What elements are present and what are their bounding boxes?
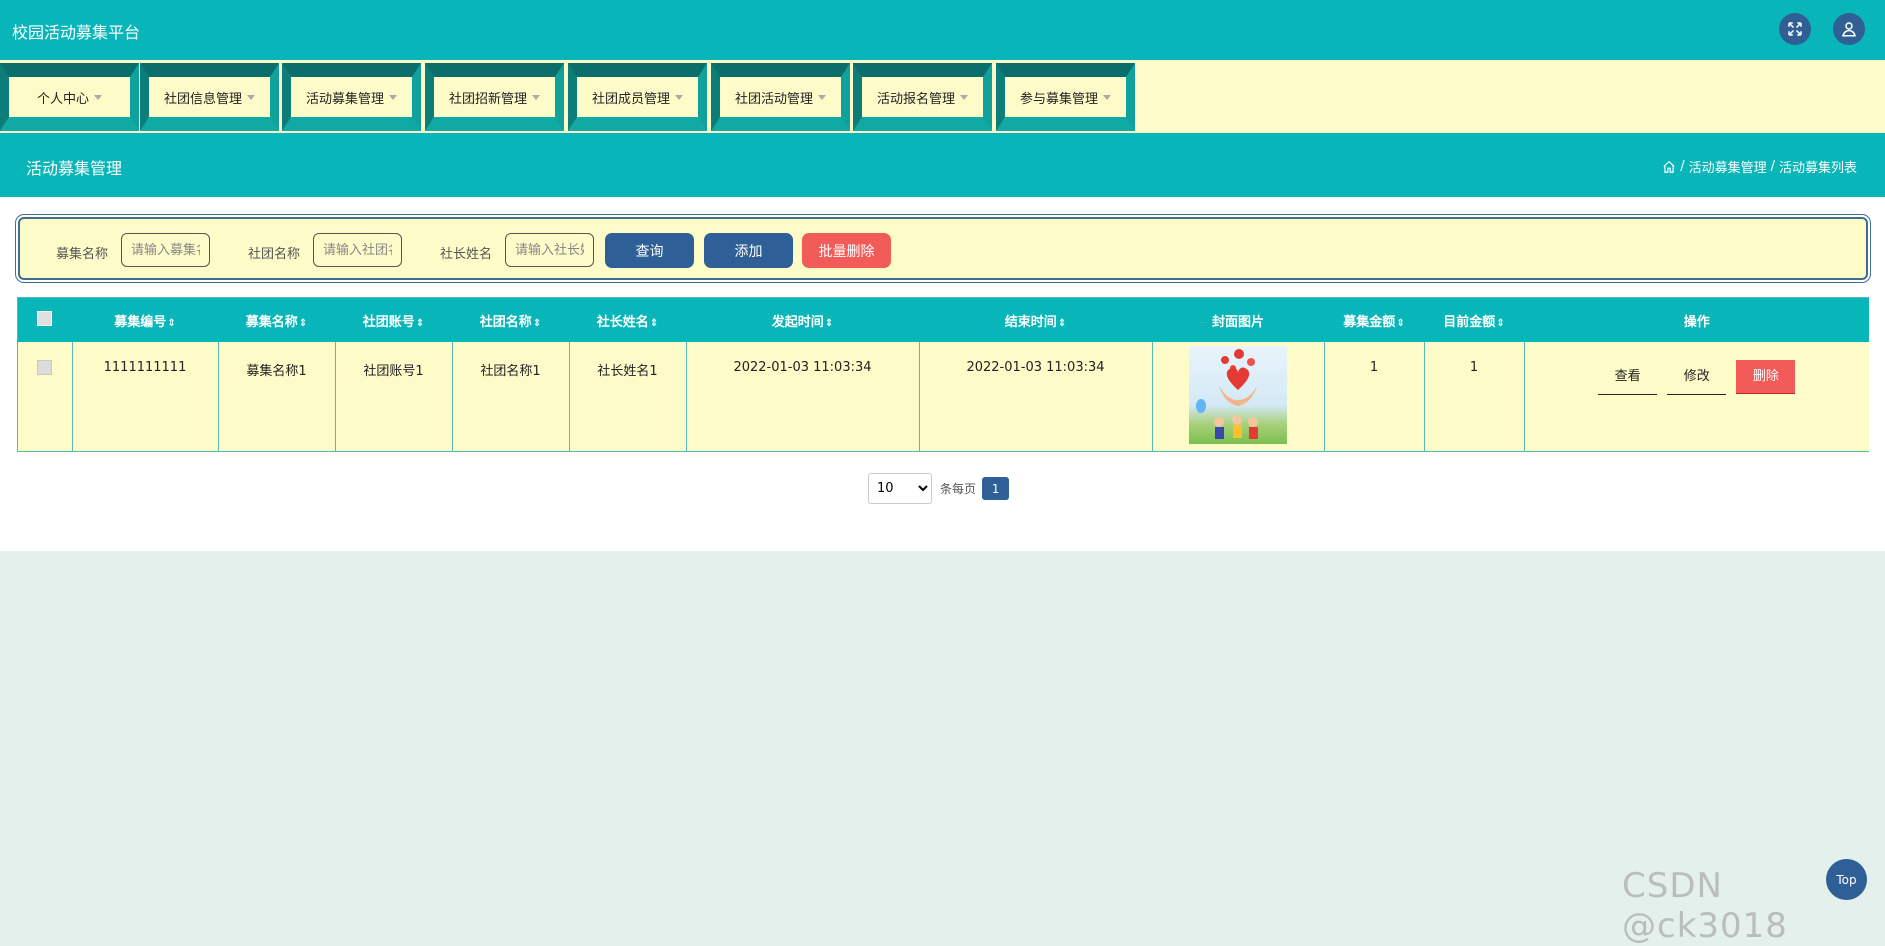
column-header-club-name[interactable]: 社团名称⇕ <box>452 298 570 342</box>
user-button[interactable] <box>1833 13 1865 45</box>
cell-current-amount: 1 <box>1424 342 1525 451</box>
column-header-cover: 封面图片 <box>1152 298 1325 342</box>
data-table: 募集编号⇕ 募集名称⇕ 社团账号⇕ 社团名称⇕ 社长姓名⇕ 发起时间⇕ 结束时间… <box>17 297 1869 452</box>
sort-icon[interactable]: ⇕ <box>533 318 541 329</box>
chevron-down-icon <box>94 94 102 100</box>
back-to-top-button[interactable]: Top <box>1826 859 1867 900</box>
chevron-down-icon <box>818 94 826 100</box>
nav-item-fundraising-participation[interactable]: 参与募集管理 <box>996 63 1135 131</box>
chevron-down-icon <box>532 94 540 100</box>
sort-icon[interactable]: ⇕ <box>1396 318 1404 329</box>
president-name-label: 社长姓名 <box>440 247 493 262</box>
cell-club-account: 社团账号1 <box>335 342 453 451</box>
column-header-target-amount[interactable]: 募集金额⇕ <box>1324 298 1425 342</box>
chevron-down-icon <box>675 94 683 100</box>
page-number-button[interactable]: 1 <box>982 477 1010 500</box>
cell-actions: 查看 修改 删除 <box>1524 342 1869 451</box>
column-header-club-account[interactable]: 社团账号⇕ <box>335 298 453 342</box>
batch-delete-button[interactable]: 批量删除 <box>802 233 891 268</box>
breadcrumb: / 活动募集管理 / 活动募集列表 <box>1662 157 1857 176</box>
page-title: 活动募集管理 <box>26 159 123 178</box>
club-name-input[interactable] <box>313 233 402 267</box>
cell-name: 募集名称1 <box>218 342 336 451</box>
row-checkbox[interactable] <box>37 360 53 375</box>
query-button[interactable]: 查询 <box>605 233 694 268</box>
club-name-label: 社团名称 <box>248 247 301 262</box>
sort-icon[interactable]: ⇕ <box>1058 318 1066 329</box>
fullscreen-button[interactable] <box>1779 13 1811 45</box>
breadcrumb-separator: / <box>1770 159 1775 174</box>
nav-item-label: 社团活动管理 <box>734 91 813 107</box>
fullscreen-icon <box>1788 22 1802 36</box>
column-header-code[interactable]: 募集编号⇕ <box>72 298 219 342</box>
cell-club-name: 社团名称1 <box>452 342 570 451</box>
home-icon[interactable] <box>1662 160 1676 174</box>
app-title: 校园活动募集平台 <box>12 23 141 42</box>
nav-item-label: 活动报名管理 <box>876 91 955 107</box>
chevron-down-icon <box>389 94 397 100</box>
chevron-down-icon <box>247 94 255 100</box>
page-size-select[interactable]: 102050 <box>868 473 932 504</box>
add-button[interactable]: 添加 <box>704 233 793 268</box>
nav-item-label: 个人中心 <box>36 91 89 107</box>
nav-item-club-info[interactable]: 社团信息管理 <box>140 63 279 131</box>
chevron-down-icon <box>960 94 968 100</box>
cell-president: 社长姓名1 <box>569 342 687 451</box>
column-header-actions: 操作 <box>1683 314 1710 330</box>
fundraising-name-label: 募集名称 <box>56 247 109 262</box>
view-button[interactable]: 查看 <box>1598 361 1658 395</box>
president-name-input[interactable] <box>505 233 594 267</box>
chevron-down-icon <box>1103 94 1111 100</box>
sort-icon[interactable]: ⇕ <box>167 318 175 329</box>
column-header-end-time[interactable]: 结束时间⇕ <box>919 298 1153 342</box>
breadcrumb-level2: 活动募集列表 <box>1778 161 1857 176</box>
cell-target-amount: 1 <box>1324 342 1425 451</box>
select-all-checkbox[interactable] <box>37 310 53 326</box>
edit-button[interactable]: 修改 <box>1667 361 1727 395</box>
cover-image[interactable] <box>1189 346 1287 444</box>
table-row: 1111111111 募集名称1 社团账号1 社团名称1 社长姓名1 2022-… <box>18 342 1869 451</box>
nav-item-label: 社团信息管理 <box>163 91 242 107</box>
content-area: 募集名称 社团名称 社长姓名 查询 添加 批量删除 募集编号⇕ 募集名称⇕ 社团… <box>0 197 1885 551</box>
sort-icon[interactable]: ⇕ <box>825 318 833 329</box>
column-header-start-time[interactable]: 发起时间⇕ <box>686 298 920 342</box>
nav-item-label: 社团招新管理 <box>448 91 527 107</box>
delete-button[interactable]: 删除 <box>1736 360 1796 394</box>
nav-item-activity-signup[interactable]: 活动报名管理 <box>853 63 992 131</box>
column-header-president[interactable]: 社长姓名⇕ <box>569 298 687 342</box>
sort-icon[interactable]: ⇕ <box>299 318 307 329</box>
cell-code: 1111111111 <box>72 342 219 451</box>
nav-item-activity-fundraising[interactable]: 活动募集管理 <box>282 63 421 131</box>
cell-cover <box>1152 342 1325 451</box>
user-icon <box>1842 22 1856 37</box>
column-header-current-amount[interactable]: 目前金额⇕ <box>1424 298 1525 342</box>
fundraising-name-input[interactable] <box>121 233 210 267</box>
column-header-name[interactable]: 募集名称⇕ <box>218 298 336 342</box>
nav-item-personal-center[interactable]: 个人中心 <box>0 63 139 131</box>
page-title-bar: 活动募集管理 / 活动募集管理 / 活动募集列表 <box>0 133 1885 197</box>
sort-icon[interactable]: ⇕ <box>416 318 424 329</box>
pagination: 102050 条每页 1 <box>868 473 1010 504</box>
cell-end-time: 2022-01-03 11:03:34 <box>919 342 1153 451</box>
nav-item-label: 社团成员管理 <box>591 91 670 107</box>
per-page-label: 条每页 <box>940 482 977 496</box>
nav-item-club-members[interactable]: 社团成员管理 <box>568 63 707 131</box>
top-header: 校园活动募集平台 <box>0 0 1885 60</box>
breadcrumb-level1[interactable]: 活动募集管理 <box>1689 157 1767 176</box>
search-panel: 募集名称 社团名称 社长姓名 查询 添加 批量删除 <box>15 214 1871 283</box>
table-header-row: 募集编号⇕ 募集名称⇕ 社团账号⇕ 社团名称⇕ 社长姓名⇕ 发起时间⇕ 结束时间… <box>18 298 1869 342</box>
main-nav: 个人中心 社团信息管理 活动募集管理 社团招新管理 社团成员管理 社团活动管理 … <box>0 60 1885 133</box>
nav-item-label: 参与募集管理 <box>1019 91 1098 107</box>
nav-item-club-activities[interactable]: 社团活动管理 <box>711 63 850 131</box>
cover-image-illustration <box>1196 349 1258 439</box>
sort-icon[interactable]: ⇕ <box>1496 318 1504 329</box>
breadcrumb-separator: / <box>1680 159 1685 174</box>
cell-start-time: 2022-01-03 11:03:34 <box>686 342 920 451</box>
nav-item-club-recruitment[interactable]: 社团招新管理 <box>425 63 564 131</box>
nav-item-label: 活动募集管理 <box>305 91 384 107</box>
sort-icon[interactable]: ⇕ <box>650 318 658 329</box>
